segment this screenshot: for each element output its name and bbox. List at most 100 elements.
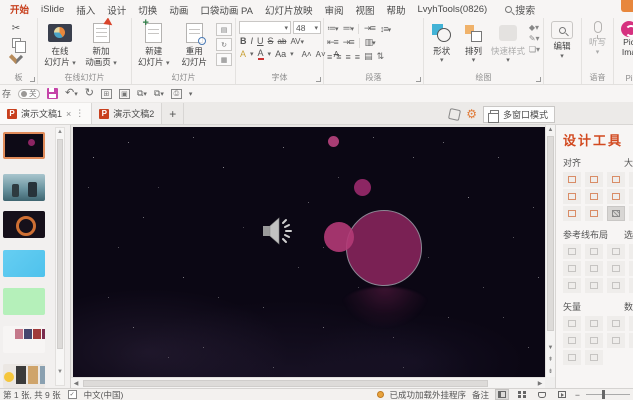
previous-slide-button[interactable]: ⇞	[546, 355, 555, 365]
drawing-dialog-launcher[interactable]	[536, 77, 541, 82]
menu-tab-design[interactable]: 设计	[101, 0, 132, 19]
guide-button-3[interactable]	[607, 244, 625, 259]
reset-slide-button[interactable]: ↻	[216, 38, 232, 51]
font-size-input[interactable]	[296, 23, 312, 33]
vector-text-button[interactable]	[563, 350, 581, 365]
indent-right-button[interactable]: ⇥≡	[343, 37, 354, 48]
shape-outline-icon[interactable]: ✎▾	[529, 34, 540, 43]
scroll-down-icon[interactable]: ▼	[56, 368, 64, 377]
thumbnail-scrollbar[interactable]: ▲ ▼	[55, 127, 65, 386]
char-spacing-button[interactable]: AV▾	[290, 37, 304, 46]
slide-circle[interactable]	[328, 136, 339, 147]
guide-button-1[interactable]	[563, 244, 581, 259]
menu-tab-islide[interactable]: iSlide	[35, 1, 70, 17]
number-button-1[interactable]	[629, 316, 633, 331]
shape-fill-icon[interactable]: ◆▾	[529, 23, 540, 32]
slide-thumbnail-2[interactable]	[3, 174, 45, 201]
qat-copy-slide-button[interactable]: ⧉▾	[137, 89, 147, 98]
guide-button-2[interactable]	[585, 244, 603, 259]
menu-tab-review[interactable]: 审阅	[318, 0, 349, 19]
scroll-down-icon[interactable]: ▼	[546, 343, 555, 353]
doc-tab-2[interactable]: P 演示文稿2	[92, 103, 162, 124]
font-size-combo[interactable]: ▾	[293, 21, 321, 34]
tab-menu-icon[interactable]: ⋮	[75, 108, 84, 119]
audio-speaker-icon[interactable]	[261, 215, 299, 250]
distribute-horizontal-button[interactable]	[563, 206, 581, 221]
menu-tab-animations[interactable]: 动画	[163, 0, 194, 19]
line-spacing-button[interactable]: ↕≡▾	[380, 24, 390, 34]
select-button-1[interactable]	[629, 244, 633, 259]
notes-button[interactable]: 备注	[472, 389, 489, 400]
scroll-right-icon[interactable]: ▶	[535, 380, 545, 387]
scroll-up-icon[interactable]: ▲	[56, 128, 64, 137]
qat-table-button[interactable]: ⊞	[101, 89, 112, 99]
language-indicator[interactable]: 中文(中国)	[84, 389, 124, 400]
highlight-button[interactable]: A	[240, 49, 246, 59]
vector-button-5[interactable]	[585, 333, 603, 348]
dictate-button[interactable]: 听写 ▾	[585, 21, 610, 56]
online-slides-button[interactable]: 在线 幻灯片 ▾	[41, 21, 79, 68]
zoom-slider[interactable]	[586, 394, 630, 395]
slide-circle[interactable]	[346, 210, 422, 286]
paragraph-dialog-launcher[interactable]	[416, 77, 421, 82]
guide-button-7[interactable]	[563, 278, 581, 293]
doc-tab-1[interactable]: P 演示文稿1 × ⋮	[0, 103, 92, 124]
quick-styles-button[interactable]: 快速样式 ▾	[490, 21, 526, 65]
vector-pen-button[interactable]	[585, 350, 603, 365]
copy-icon[interactable]	[12, 38, 21, 48]
guide-button-8[interactable]	[585, 278, 603, 293]
multi-window-button[interactable]: 多窗口模式	[483, 106, 555, 123]
align-left-button[interactable]: ≡	[327, 52, 331, 62]
slide-thumbnail-6[interactable]	[3, 326, 45, 353]
align-right-button[interactable]: ≡	[346, 52, 350, 62]
indent-more-button[interactable]: ⇥≡	[364, 23, 375, 34]
clipboard-dialog-launcher[interactable]	[30, 77, 35, 82]
qat-duplicate-button[interactable]: ⧉▾	[154, 89, 164, 98]
shape-effects-icon[interactable]: ❏▾	[529, 45, 540, 54]
cut-icon[interactable]: ✂	[12, 23, 20, 34]
font-dialog-launcher[interactable]	[316, 77, 321, 82]
vector-button-4[interactable]	[563, 333, 581, 348]
slide-thumbnail-1[interactable]	[3, 132, 45, 159]
zoom-slider-handle[interactable]	[602, 390, 605, 399]
select-button-2[interactable]	[629, 261, 633, 276]
change-case-button[interactable]: Aa	[275, 49, 286, 59]
pic-button[interactable]: Pic Ima	[617, 21, 633, 57]
menu-tab-lvyhtools[interactable]: LvyhTools(0826)	[412, 1, 494, 17]
reuse-slide-button[interactable]: 重用 幻灯片	[176, 21, 214, 67]
qat-grid-button[interactable]: ▣	[119, 89, 130, 99]
layout-button[interactable]: ▤	[216, 23, 232, 36]
guide-button-6[interactable]	[607, 261, 625, 276]
slide-thumbnail-5[interactable]	[3, 288, 45, 315]
align-center-button[interactable]: ≡	[336, 52, 340, 62]
size-button-1[interactable]	[629, 172, 633, 187]
menu-tab-pocket-animation[interactable]: 口袋动画 PA	[194, 0, 259, 19]
text-direction-button[interactable]: ▤	[364, 51, 372, 62]
slide-thumbnail-4[interactable]	[3, 250, 45, 277]
account-icon[interactable]	[621, 0, 633, 12]
qat-print-button[interactable]: ⎙	[171, 89, 182, 99]
menu-tab-insert[interactable]: 插入	[70, 0, 101, 19]
vertical-scrollbar[interactable]: ▲ ▼ ⇞ ⇟	[545, 125, 555, 377]
size-button-2[interactable]	[629, 189, 633, 204]
thumbnail-scroll-thumb[interactable]	[57, 139, 63, 349]
reading-view-button[interactable]	[535, 389, 549, 400]
scroll-up-icon[interactable]: ▲	[546, 125, 555, 135]
section-button[interactable]: ▦	[216, 53, 232, 66]
guide-button-5[interactable]	[585, 261, 603, 276]
slide-thumbnail-7[interactable]	[3, 364, 45, 388]
font-name-combo[interactable]: ▾	[239, 21, 291, 34]
vertical-scroll-thumb[interactable]	[547, 136, 554, 331]
zoom-out-button[interactable]: −	[575, 390, 580, 400]
subscript-button[interactable]: ab	[278, 37, 287, 46]
align-text-button[interactable]: ⇅	[377, 51, 384, 62]
slide-thumbnail-3[interactable]	[3, 211, 45, 238]
slide-circle[interactable]	[324, 222, 354, 252]
distribute-vertical-button[interactable]	[585, 206, 603, 221]
horizontal-scroll-thumb[interactable]	[83, 380, 488, 387]
next-slide-button[interactable]: ⇟	[546, 367, 555, 377]
slide[interactable]	[73, 127, 545, 377]
select-button-3[interactable]	[629, 278, 633, 293]
arrange-button[interactable]: 排列 ▾	[460, 21, 488, 65]
font-name-input[interactable]	[242, 23, 284, 33]
